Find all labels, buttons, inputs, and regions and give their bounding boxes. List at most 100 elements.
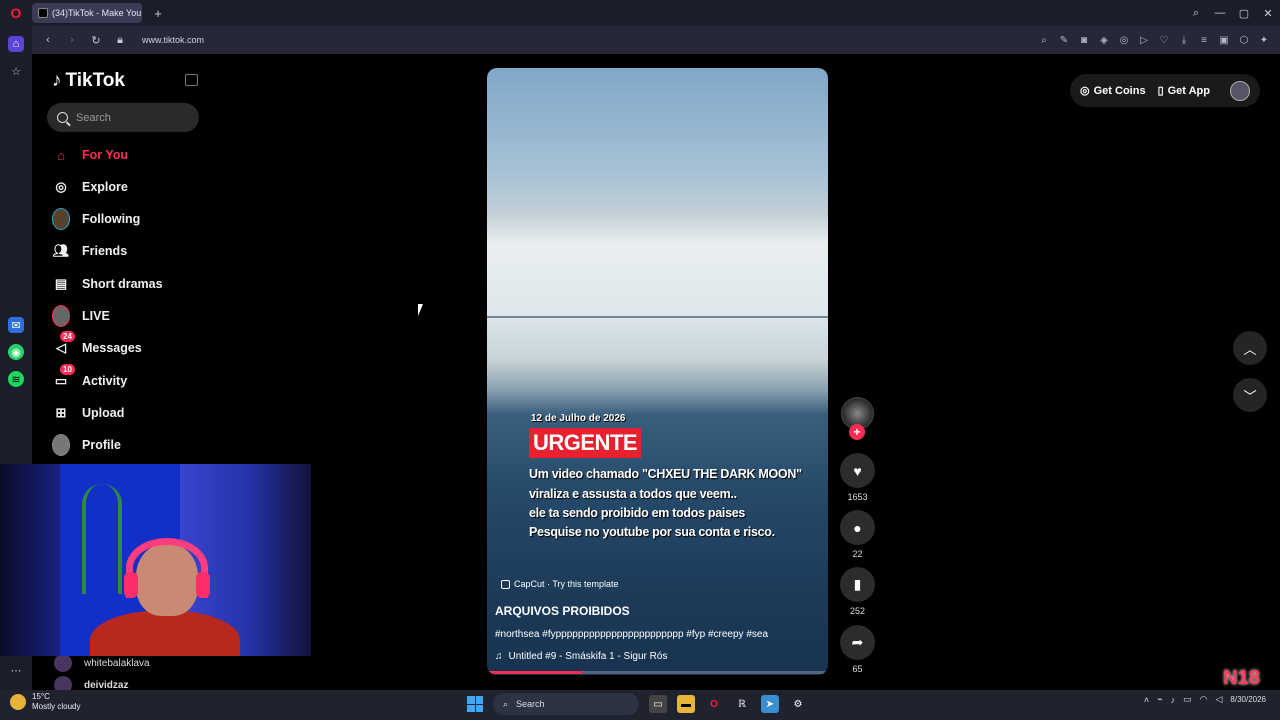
follow-plus-icon[interactable]: + <box>849 424 865 440</box>
next-video-button[interactable]: ﹀ <box>1233 378 1267 412</box>
file-explorer-icon[interactable]: ▬ <box>677 695 695 713</box>
save-button[interactable]: ▮ <box>840 567 875 602</box>
avatar[interactable] <box>1230 80 1250 101</box>
share-button[interactable]: ➦ <box>840 625 875 660</box>
telegram-icon[interactable]: ➤ <box>761 695 779 713</box>
capcut-template-link[interactable]: CapCut · Try this template <box>501 579 619 589</box>
whatsapp-icon[interactable]: ◉ <box>8 344 24 360</box>
zoom-icon[interactable]: ⌕ <box>1036 30 1052 50</box>
like-button[interactable]: ♥ <box>840 453 875 488</box>
chevron-down-icon: ﹀ <box>1243 388 1257 404</box>
menu-icon[interactable]: ≡ <box>1196 30 1212 50</box>
comment-button[interactable]: ● <box>840 510 875 545</box>
compass-icon: ◎ <box>55 179 67 194</box>
like-count: 1653 <box>847 492 868 502</box>
nav-label: Friends <box>82 244 128 258</box>
phone-icon: ▯ <box>1157 85 1164 97</box>
following-account[interactable]: whitebalaklava <box>54 654 150 672</box>
more-icon[interactable]: ⋯ <box>8 662 24 678</box>
search-input[interactable]: Search <box>47 103 199 132</box>
get-app-button[interactable]: ▯ Get App <box>1157 84 1210 98</box>
video-progress-bar[interactable] <box>487 671 828 674</box>
messages-badge: 24 <box>60 331 75 342</box>
music-note-icon: ♫ <box>495 651 503 662</box>
video-sound[interactable]: ♫ Untitled #9 - Smáskifa 1 - Sigur Rós <box>495 651 667 662</box>
collapse-sidebar-icon[interactable] <box>185 74 198 86</box>
edit-icon[interactable]: ✎ <box>1056 30 1072 50</box>
nav-upload[interactable]: ⊞ Upload <box>52 402 125 424</box>
nav-profile[interactable]: Profile <box>52 434 121 456</box>
tiktok-favicon-icon <box>38 8 48 18</box>
microphone-icon[interactable]: ♪ <box>1171 695 1176 705</box>
nav-short-dramas[interactable]: ▤ Short dramas <box>52 273 163 295</box>
tab-title: (34)TikTok - Make You <box>52 8 142 18</box>
tiktok-note-icon: ♪ <box>52 70 62 91</box>
home-icon[interactable]: ⌂ <box>8 36 24 52</box>
mouse-cursor <box>418 304 423 316</box>
taskbar-search[interactable]: ⌕ Search <box>493 693 639 715</box>
nav-for-you[interactable]: ⌂ For You <box>52 144 128 166</box>
url-field[interactable]: www.tiktok.com <box>142 35 204 45</box>
address-bar: ‹ › ↻ 🔒︎ www.tiktok.com ⌕ ✎ ◙ ◈ ◎ ▷ ♡ ⤓ … <box>32 26 1280 54</box>
nav-explore[interactable]: ◎ Explore <box>52 176 128 198</box>
taskbar-apps: ⌕ Search ▭ ▬ O ℝ ➤ ⚙ <box>467 693 807 715</box>
video-player[interactable]: 12 de Julho de 2026 URGENTE Um video cha… <box>487 68 828 675</box>
network-icon[interactable]: ⌁ <box>1157 694 1162 705</box>
streamer <box>90 534 240 656</box>
previous-video-button[interactable]: ︿ <box>1233 331 1267 365</box>
nav-live[interactable]: LIVE <box>52 305 110 327</box>
minimize-icon[interactable]: — <box>1208 7 1232 19</box>
nav-messages[interactable]: ◁ 24 Messages <box>52 331 142 359</box>
ai-icon[interactable]: ✦ <box>1256 30 1272 50</box>
home-icon: ⌂ <box>57 147 65 163</box>
nav-label: Profile <box>82 438 121 452</box>
extensions-icon[interactable]: ⬡ <box>1236 30 1252 50</box>
messenger-icon[interactable]: ✉ <box>8 317 24 333</box>
maximize-icon[interactable]: ▢ <box>1232 7 1256 20</box>
taskbar-search-label: Search <box>516 699 545 709</box>
reload-icon[interactable]: ↻ <box>86 30 106 50</box>
play-icon[interactable]: ▷ <box>1136 30 1152 50</box>
opera-taskbar-icon[interactable]: O <box>705 695 723 713</box>
sound-title: Untitled #9 - Smáskifa 1 - Sigur Rós <box>508 651 668 662</box>
weather-widget[interactable]: 15°C Mostly cloudy <box>10 692 80 712</box>
back-icon[interactable]: ‹ <box>38 30 58 50</box>
download-icon[interactable]: ⤓ <box>1176 30 1192 50</box>
windows-start-icon[interactable] <box>467 696 483 712</box>
heart-icon[interactable]: ♡ <box>1156 30 1172 50</box>
spotify-icon[interactable]: ≋ <box>8 371 24 387</box>
overlay-line: Um video chamado "CHXEU THE DARK MOON" <box>529 467 802 481</box>
glacier-waterline <box>487 316 828 318</box>
nav-activity[interactable]: ▭ 10 Activity <box>52 364 127 392</box>
camera-icon[interactable]: ◙ <box>1076 30 1092 50</box>
get-coins-button[interactable]: ◎ Get Coins <box>1080 84 1146 98</box>
chevron-up-icon[interactable]: ˄ <box>1144 695 1149 705</box>
nav-friends[interactable]: 👥︎ Friends <box>52 240 127 262</box>
close-icon[interactable]: ✕ <box>1256 7 1280 20</box>
video-hashtags[interactable]: #northsea #fyppppppppppppppppppppppp #fy… <box>495 629 768 640</box>
n18-logo-text: N18 <box>1223 666 1260 689</box>
volume-icon[interactable]: ◁ <box>1215 694 1222 705</box>
new-tab-button[interactable]: + <box>148 3 168 23</box>
task-view-icon[interactable]: ▭ <box>649 695 667 713</box>
wallet-icon[interactable]: ▣ <box>1216 30 1232 50</box>
opera-logo-icon[interactable]: O <box>0 0 32 26</box>
bookmark-icon[interactable]: ☆ <box>8 63 24 79</box>
forward-icon[interactable]: › <box>62 30 82 50</box>
settings-icon[interactable]: ⚙ <box>789 695 807 713</box>
following-avatar-icon <box>52 208 70 230</box>
shield-icon[interactable]: ◈ <box>1096 30 1112 50</box>
wifi-icon[interactable]: ◠ <box>1200 694 1208 705</box>
browser-search-icon[interactable]: ⌕ <box>1184 7 1208 20</box>
bookmark-icon: ▮ <box>853 576 862 592</box>
video-author-title[interactable]: ARQUIVOS PROIBIDOS <box>495 604 630 618</box>
friends-icon: 👥︎ <box>52 243 70 258</box>
clock[interactable]: 8/30/2026 <box>1230 695 1266 705</box>
vpn-icon[interactable]: ◎ <box>1116 30 1132 50</box>
tiktok-logo[interactable]: ♪ TikTok <box>52 70 125 92</box>
nav-following[interactable]: Following <box>52 208 140 230</box>
coin-icon: ◎ <box>1080 85 1090 97</box>
app-icon[interactable]: ℝ <box>733 695 751 713</box>
browser-tab[interactable]: (34)TikTok - Make You <box>32 3 142 23</box>
display-icon[interactable]: ▭ <box>1183 694 1192 705</box>
